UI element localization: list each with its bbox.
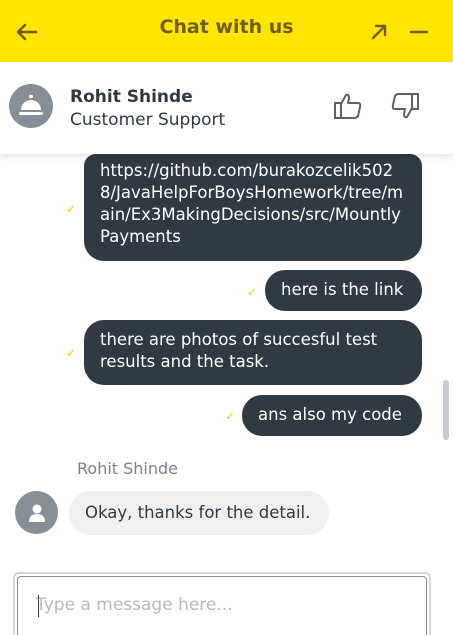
minus-icon <box>410 30 428 34</box>
message-input[interactable] <box>36 595 406 615</box>
thumbs-down-icon <box>391 93 419 119</box>
user-icon <box>28 504 45 522</box>
outgoing-message: here is the link <box>265 270 422 311</box>
sent-check-icon: ✓ <box>66 202 77 216</box>
thumbs-up-button[interactable] <box>333 92 365 122</box>
outgoing-message: there are photos of succesful test resul… <box>84 320 422 385</box>
outgoing-message: ans also my code <box>242 395 422 436</box>
agent-role: Customer Support <box>70 110 226 130</box>
sent-check-icon: ✓ <box>225 409 236 423</box>
agent-avatar <box>9 84 53 128</box>
message-list[interactable]: https://github.com/burakozcelik5028/Java… <box>0 154 453 564</box>
agent-info-bar: Rohit Shinde Customer Support <box>0 62 453 154</box>
chat-header: Chat with us <box>0 0 453 62</box>
message-scrollbar[interactable] <box>443 380 449 440</box>
minimize-button[interactable] <box>405 19 433 45</box>
expand-button[interactable] <box>366 19 392 45</box>
service-bell-icon <box>19 95 43 115</box>
incoming-sender-name: Rohit Shinde <box>77 459 179 478</box>
sent-check-icon: ✓ <box>247 285 258 299</box>
incoming-message: Okay, thanks for the detail. <box>69 491 329 535</box>
thumbs-down-button[interactable] <box>390 92 422 122</box>
composer-field-frame <box>17 576 427 635</box>
text-caret <box>38 595 39 617</box>
message-composer <box>13 572 431 635</box>
sender-avatar <box>15 491 58 534</box>
sent-check-icon: ✓ <box>66 346 77 360</box>
arrow-up-right-icon <box>371 24 387 40</box>
thumbs-up-icon <box>334 93 362 119</box>
outgoing-message: https://github.com/burakozcelik5028/Java… <box>84 154 422 261</box>
agent-name: Rohit Shinde <box>70 87 193 107</box>
